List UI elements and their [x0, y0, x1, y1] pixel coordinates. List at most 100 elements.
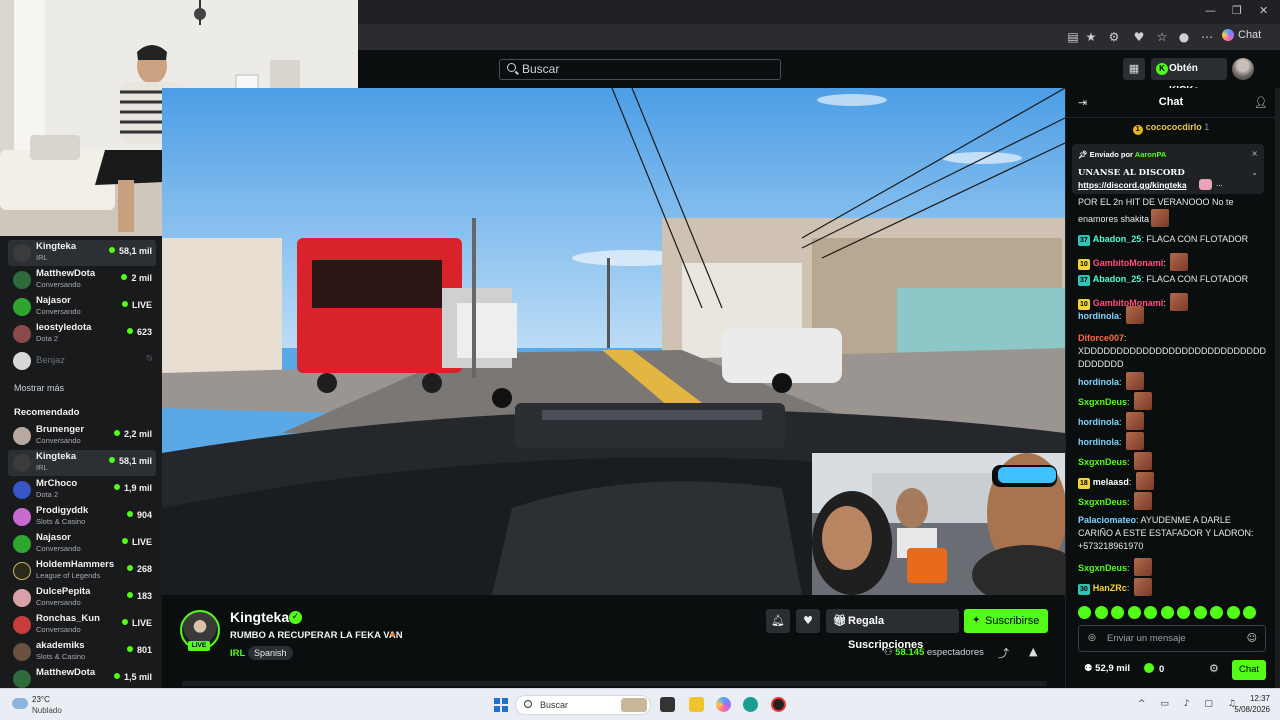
chat-username[interactable]: HanZRc [1093, 583, 1127, 593]
reader-icon[interactable]: ▤ [1066, 30, 1080, 44]
chat-username[interactable]: SxgxnDeus [1078, 563, 1127, 573]
sidebar-item-prodigyddk[interactable]: Prodigyddk Slots & Casino 904 [8, 504, 156, 530]
follow-button[interactable]: ♥ [796, 609, 820, 633]
sidebar-item-holdemhammers[interactable]: HoldemHammers League of Legends 268 [8, 558, 156, 584]
sidebar-item-mrchoco[interactable]: MrChoco Dota 2 1,9 mil [8, 477, 156, 503]
sidebar-item-kingteka[interactable]: Kingteka IRL 58,1 mil [8, 450, 156, 476]
sent-by-label: Enviado por [1089, 150, 1133, 159]
subscribe-button[interactable]: ✦ Suscribirse [964, 609, 1048, 633]
chat-username[interactable]: SxgxnDeus [1078, 457, 1127, 467]
gear-icon[interactable]: ⚙ [1209, 662, 1219, 675]
weather-description[interactable]: Nublado [32, 706, 62, 715]
chat-input[interactable]: ◎ Enviar un mensaje ☺ [1078, 625, 1266, 652]
viewer-count: 801 [126, 645, 152, 655]
search-input[interactable]: Buscar [499, 59, 781, 80]
chat-username[interactable]: hordinola [1078, 417, 1119, 427]
page-scrollbar[interactable] [182, 681, 1047, 686]
clock-time[interactable]: 12:37 [1222, 694, 1270, 703]
show-more-link[interactable]: Mostrar más [14, 383, 64, 393]
edge-browser-icon[interactable] [743, 697, 758, 712]
close-window-button[interactable]: ✕ [1259, 4, 1268, 17]
emote-quick-icon[interactable] [1177, 606, 1190, 619]
weather-temperature[interactable]: 23°C [32, 695, 50, 704]
clock-date[interactable]: 5/08/2026 [1222, 705, 1270, 714]
emote-quick-icon[interactable] [1111, 606, 1124, 619]
notifications-button[interactable]: 🔔︎ [766, 609, 790, 633]
category-link[interactable]: IRL [230, 648, 245, 659]
emote-quick-icon[interactable] [1210, 606, 1223, 619]
gift-subs-label: Regala Suscripciones [848, 615, 924, 651]
discord-link[interactable]: https://discord.gg/kingteka [1078, 180, 1187, 190]
unpin-icon[interactable]: ⨯ [1251, 149, 1258, 158]
maximize-button[interactable]: ❐ [1232, 4, 1242, 17]
pinned-message[interactable]: 📌︎ Enviado por AaronPA UNANSE AL DISCORD… [1072, 144, 1264, 194]
sidebar-item-brunenger[interactable]: Brunenger Conversando 2,2 mil [8, 423, 156, 449]
browser-essentials-icon[interactable]: ♥ [1132, 30, 1146, 44]
start-tile [502, 706, 508, 712]
task-view-icon[interactable] [660, 697, 675, 712]
gift-subs-button[interactable]: 🎁︎ Regala Suscripciones [826, 609, 959, 651]
live-dot-icon [121, 301, 128, 307]
sidebar-item-ronchas-kun[interactable]: Ronchas_Kun Conversando LIVE [8, 612, 156, 638]
emote-quick-icon[interactable] [1243, 606, 1256, 619]
sidebar-item-leostyledota[interactable]: leostyledota Dota 2 623 [8, 321, 156, 347]
file-explorer-icon[interactable] [689, 697, 704, 712]
live-dot-icon [113, 673, 120, 679]
send-chat-button[interactable]: Chat [1232, 660, 1266, 680]
chat-username[interactable]: hordinola [1078, 377, 1119, 387]
chat-username[interactable]: hordinola [1078, 437, 1119, 447]
chat-username[interactable]: melaasd [1093, 477, 1129, 487]
window-scrollbar[interactable] [1275, 88, 1280, 688]
user-avatar[interactable] [1232, 58, 1254, 80]
emote-quick-icon[interactable] [1144, 606, 1157, 619]
emote-quick-icon[interactable] [1193, 606, 1207, 619]
chat-username[interactable]: SxgxnDeus [1078, 497, 1127, 507]
windows-start-icon[interactable] [494, 698, 508, 712]
chat-users-icon[interactable]: 👤︎ [1254, 96, 1268, 109]
copilot-icon[interactable] [716, 697, 731, 712]
language-tag[interactable]: Spanish [248, 646, 293, 660]
chat-username[interactable]: Palaciomateo [1078, 515, 1136, 525]
chat-username[interactable]: GambitoMonami [1093, 258, 1164, 268]
report-icon[interactable]: ▲ [1029, 645, 1037, 658]
share-icon[interactable]: ⤴ [998, 645, 1009, 661]
emote-quick-icon[interactable] [1127, 606, 1141, 619]
copilot-chat-button[interactable]: Chat [1222, 29, 1261, 42]
chevron-down-icon[interactable]: ⌄ [1251, 168, 1258, 177]
theatre-mode-button[interactable]: ▦ [1123, 58, 1145, 80]
sidebar-item-kingteka[interactable]: Kingteka IRL 58,1 mil [8, 240, 156, 266]
channel-name: MrChoco [36, 478, 78, 489]
emote-icon [1134, 452, 1153, 470]
sidebar-item-dulcepepita[interactable]: DulcePepita Conversando 183 [8, 585, 156, 611]
sidebar-item-akademiks[interactable]: akademiks Slots & Casino 801 [8, 639, 156, 665]
favorites-icon[interactable]: ☆ [1155, 30, 1169, 44]
emote-quick-icon[interactable] [1094, 606, 1108, 619]
emote-quick-icon[interactable] [1226, 606, 1240, 619]
chat-username[interactable]: Abadon_25 [1093, 274, 1142, 284]
kicks-balance[interactable]: 0 [1144, 663, 1164, 675]
chat-username[interactable]: SxgxnDeus [1078, 397, 1127, 407]
chat-username[interactable]: Abadon_25 [1093, 234, 1142, 244]
sidebar-item-matthewdota[interactable]: MatthewDota Conversando 2 mil [8, 267, 156, 293]
top-gifter[interactable]: 1 cocococdirlo 1 [1066, 122, 1276, 135]
chat-message: hordinola: [1078, 306, 1266, 324]
extensions-icon[interactable]: ⚙ [1107, 30, 1121, 44]
chat-username[interactable]: hordinola [1078, 311, 1119, 321]
video-player[interactable] [162, 88, 1065, 595]
get-kicks-button[interactable]: KObtén KICKs [1151, 58, 1227, 96]
favorite-star-icon[interactable]: ★ [1084, 30, 1098, 44]
chat-username[interactable]: Diforce007 [1078, 333, 1124, 343]
sidebar-item-najasor[interactable]: Najasor Conversando LIVE [8, 294, 156, 320]
app-icon[interactable] [771, 697, 786, 712]
emote-quick-icon[interactable] [1160, 606, 1174, 619]
profile-icon[interactable]: ● [1177, 30, 1191, 44]
emoji-icon[interactable]: ☺ [1247, 626, 1257, 651]
kicks-total[interactable]: ⚉ 52,9 mil [1084, 663, 1130, 674]
sidebar-item-najasor[interactable]: Najasor Conversando LIVE [8, 531, 156, 557]
emote-quick-icon[interactable] [1078, 606, 1091, 619]
minimize-button[interactable]: — [1205, 4, 1216, 17]
streamer-name[interactable]: Kingteka [230, 609, 289, 625]
more-options-icon[interactable]: ⋯ [1200, 30, 1214, 44]
taskbar-search[interactable]: Buscar [515, 695, 651, 715]
sidebar-item-benjaz[interactable]: Benjaz ⍉ [8, 348, 156, 374]
